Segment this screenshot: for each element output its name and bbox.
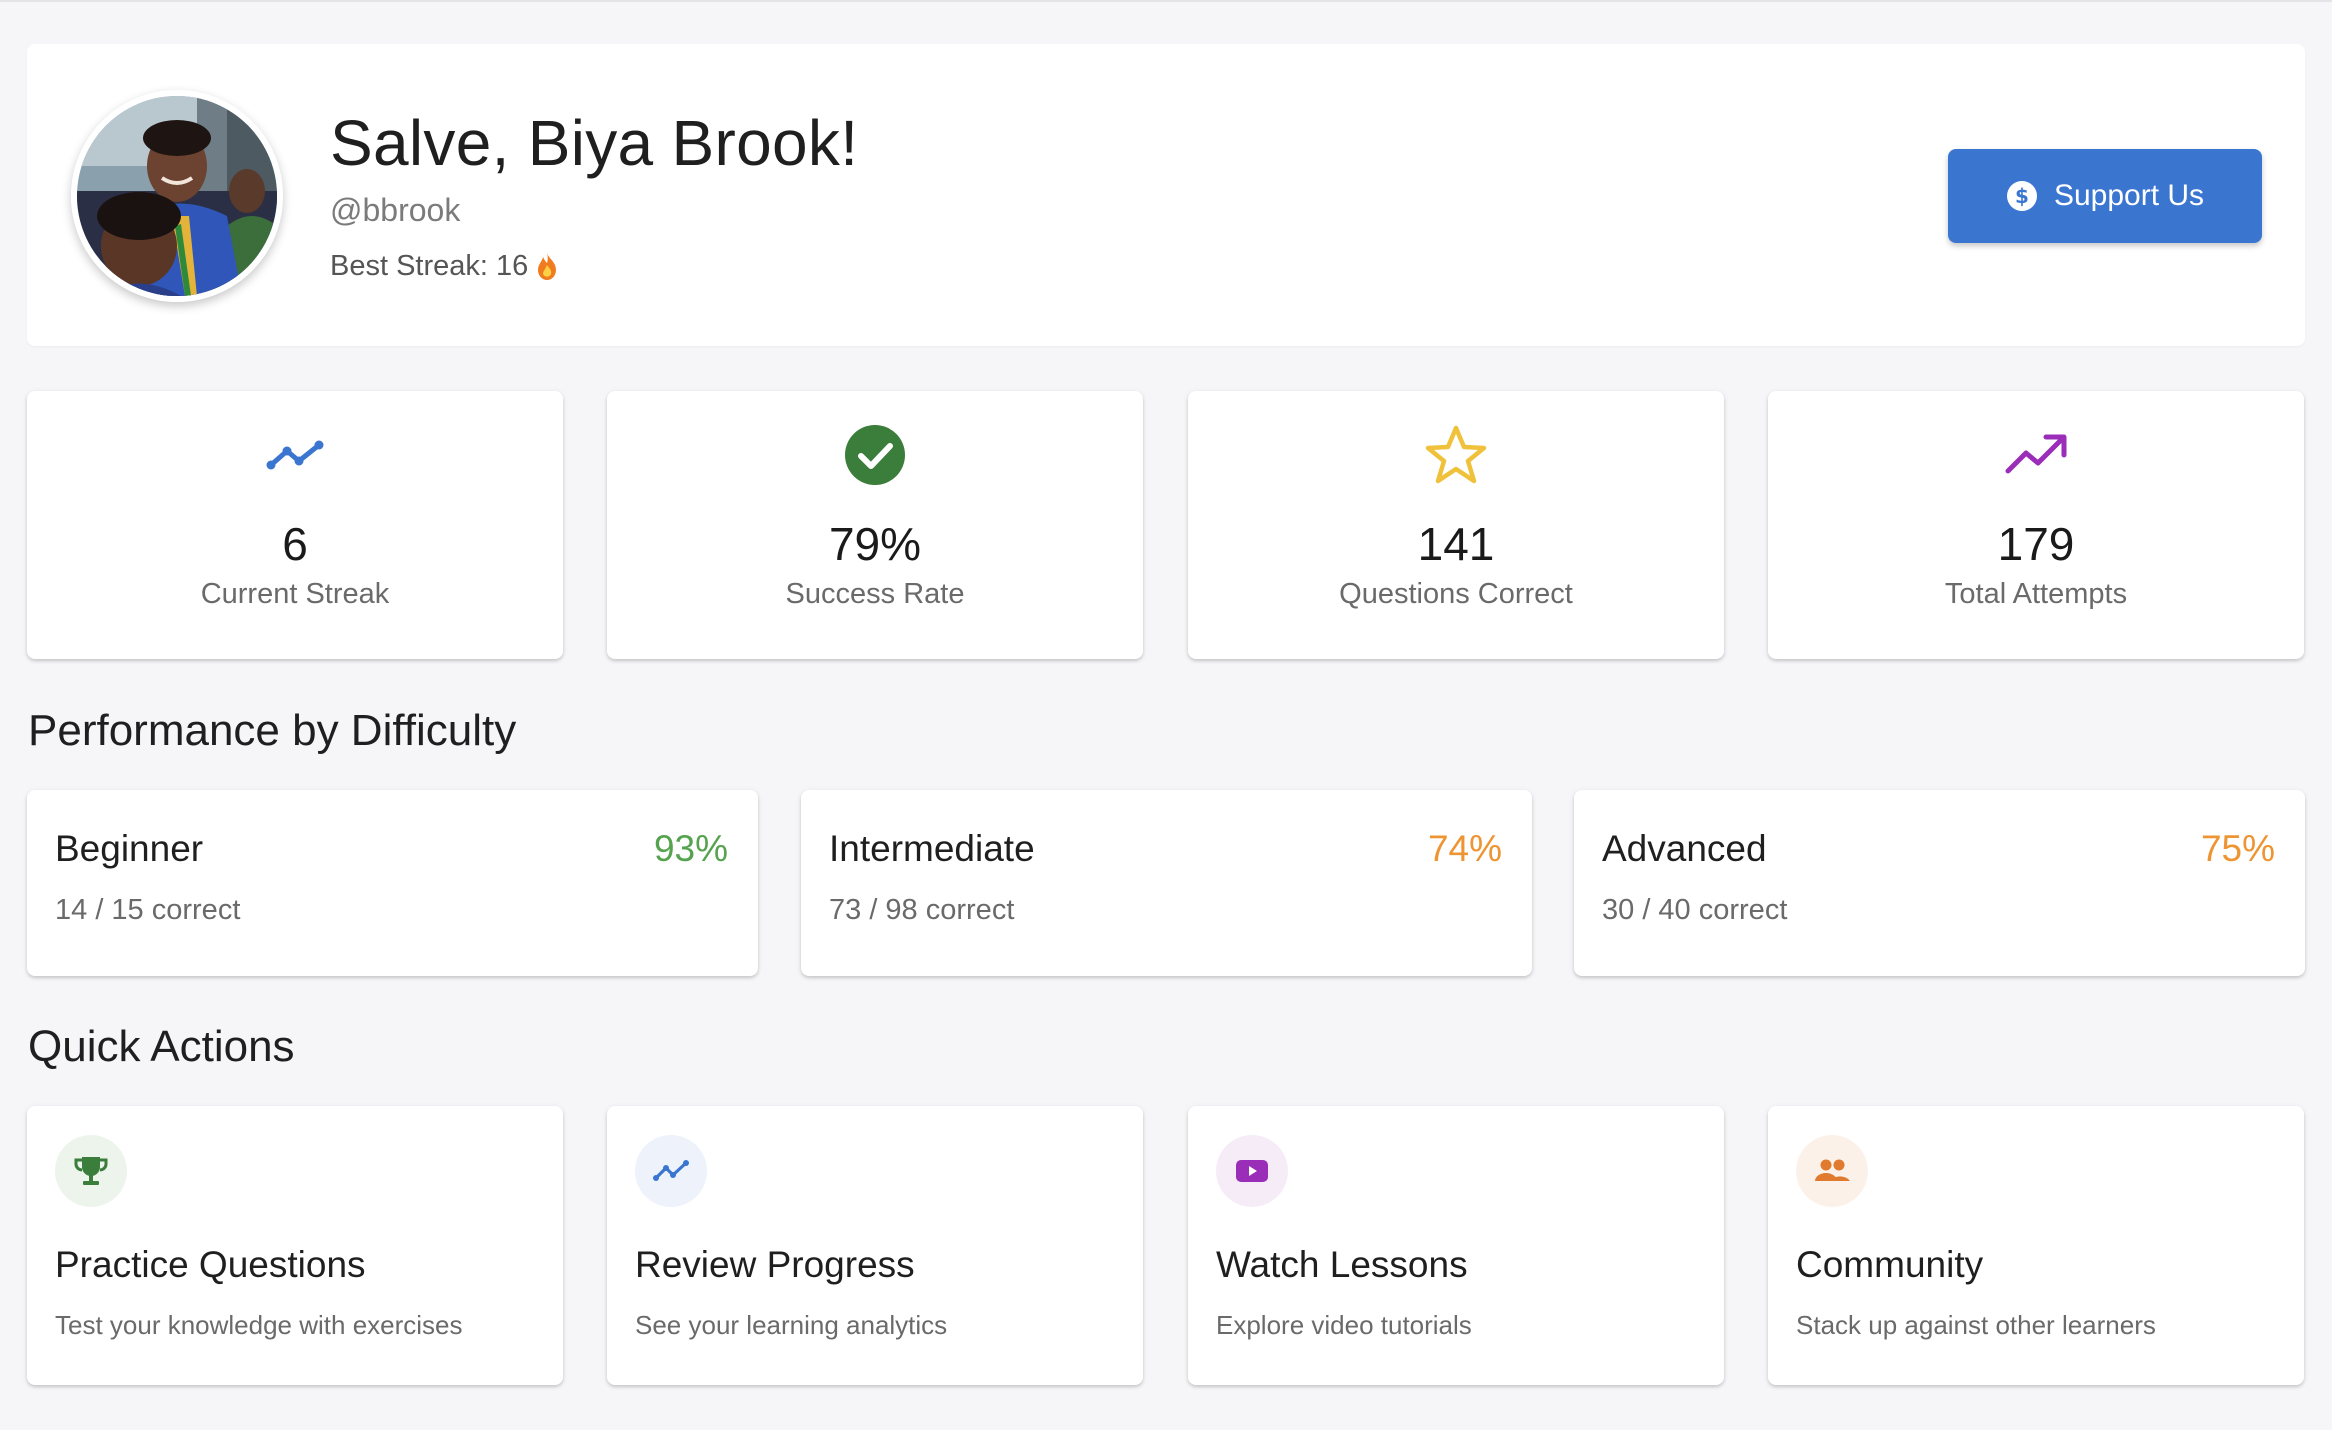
stat-label: Questions Correct bbox=[1339, 578, 1573, 610]
star-outline-icon bbox=[1424, 423, 1488, 487]
best-streak-text: Best Streak: 16 bbox=[330, 250, 529, 282]
quick-action-title: Community bbox=[1796, 1244, 1984, 1285]
difficulty-name: Advanced bbox=[1602, 828, 1767, 869]
quick-action-community[interactable]: Community Stack up against other learner… bbox=[1768, 1106, 2304, 1385]
support-us-button[interactable]: $ Support Us bbox=[1948, 149, 2262, 243]
video-play-icon bbox=[1216, 1135, 1288, 1207]
difficulty-percent: 74% bbox=[1427, 828, 1502, 869]
stat-card-total-attempts: 179 Total Attempts bbox=[1768, 391, 2304, 659]
difficulty-percent: 93% bbox=[653, 828, 728, 869]
difficulty-card-intermediate: Intermediate 74% 73 / 98 correct bbox=[801, 790, 1532, 976]
svg-text:$: $ bbox=[2015, 184, 2029, 208]
difficulty-percent: 75% bbox=[2200, 828, 2275, 869]
dollar-circle-icon: $ bbox=[2006, 181, 2037, 211]
quick-action-title: Watch Lessons bbox=[1216, 1244, 1468, 1285]
quick-actions-section-title: Quick Actions bbox=[28, 1022, 295, 1071]
quick-action-watch-lessons[interactable]: Watch Lessons Explore video tutorials bbox=[1188, 1106, 1724, 1385]
best-streak: Best Streak: 16 bbox=[330, 250, 560, 283]
timeline-icon bbox=[263, 423, 327, 487]
stat-value: 141 bbox=[1417, 518, 1495, 570]
difficulty-card-advanced: Advanced 75% 30 / 40 correct bbox=[1574, 790, 2305, 976]
stat-value: 79% bbox=[828, 518, 922, 570]
quick-action-description: Explore video tutorials bbox=[1216, 1310, 1472, 1340]
greeting-title: Salve, Biya Brook! bbox=[330, 107, 859, 179]
fire-icon bbox=[534, 252, 560, 282]
difficulty-card-beginner: Beginner 93% 14 / 15 correct bbox=[27, 790, 758, 976]
quick-action-description: Stack up against other learners bbox=[1796, 1310, 2156, 1340]
stat-value: 6 bbox=[282, 518, 308, 570]
performance-section-title: Performance by Difficulty bbox=[28, 706, 517, 755]
difficulty-detail: 30 / 40 correct bbox=[1602, 894, 1788, 926]
difficulty-detail: 73 / 98 correct bbox=[829, 894, 1015, 926]
trophy-icon bbox=[55, 1135, 127, 1207]
support-us-label: Support Us bbox=[2053, 179, 2205, 212]
stat-value: 179 bbox=[1997, 518, 2075, 570]
quick-action-description: Test your knowledge with exercises bbox=[55, 1310, 463, 1340]
quick-action-description: See your learning analytics bbox=[635, 1310, 948, 1340]
difficulty-name: Beginner bbox=[55, 828, 204, 869]
stat-label: Total Attempts bbox=[1944, 578, 2128, 610]
avatar-photo bbox=[77, 96, 277, 296]
timeline-icon bbox=[635, 1135, 707, 1207]
quick-action-title: Practice Questions bbox=[55, 1244, 366, 1285]
trending-up-icon bbox=[2004, 423, 2068, 487]
quick-action-practice-questions[interactable]: Practice Questions Test your knowledge w… bbox=[27, 1106, 563, 1385]
check-circle-icon bbox=[843, 423, 907, 487]
difficulty-name: Intermediate bbox=[829, 828, 1035, 869]
stat-card-questions-correct: 141 Questions Correct bbox=[1188, 391, 1724, 659]
username-handle: @bbrook bbox=[330, 192, 461, 228]
quick-action-title: Review Progress bbox=[635, 1244, 915, 1285]
stat-card-success-rate: 79% Success Rate bbox=[607, 391, 1143, 659]
quick-action-review-progress[interactable]: Review Progress See your learning analyt… bbox=[607, 1106, 1143, 1385]
difficulty-detail: 14 / 15 correct bbox=[55, 894, 241, 926]
stat-card-current-streak: 6 Current Streak bbox=[27, 391, 563, 659]
avatar[interactable] bbox=[71, 90, 283, 302]
stat-label: Success Rate bbox=[785, 578, 965, 610]
people-icon bbox=[1796, 1135, 1868, 1207]
stat-label: Current Streak bbox=[200, 578, 390, 610]
top-divider bbox=[0, 0, 2332, 2]
profile-header: Salve, Biya Brook! @bbrook Best Streak: … bbox=[27, 44, 2305, 346]
